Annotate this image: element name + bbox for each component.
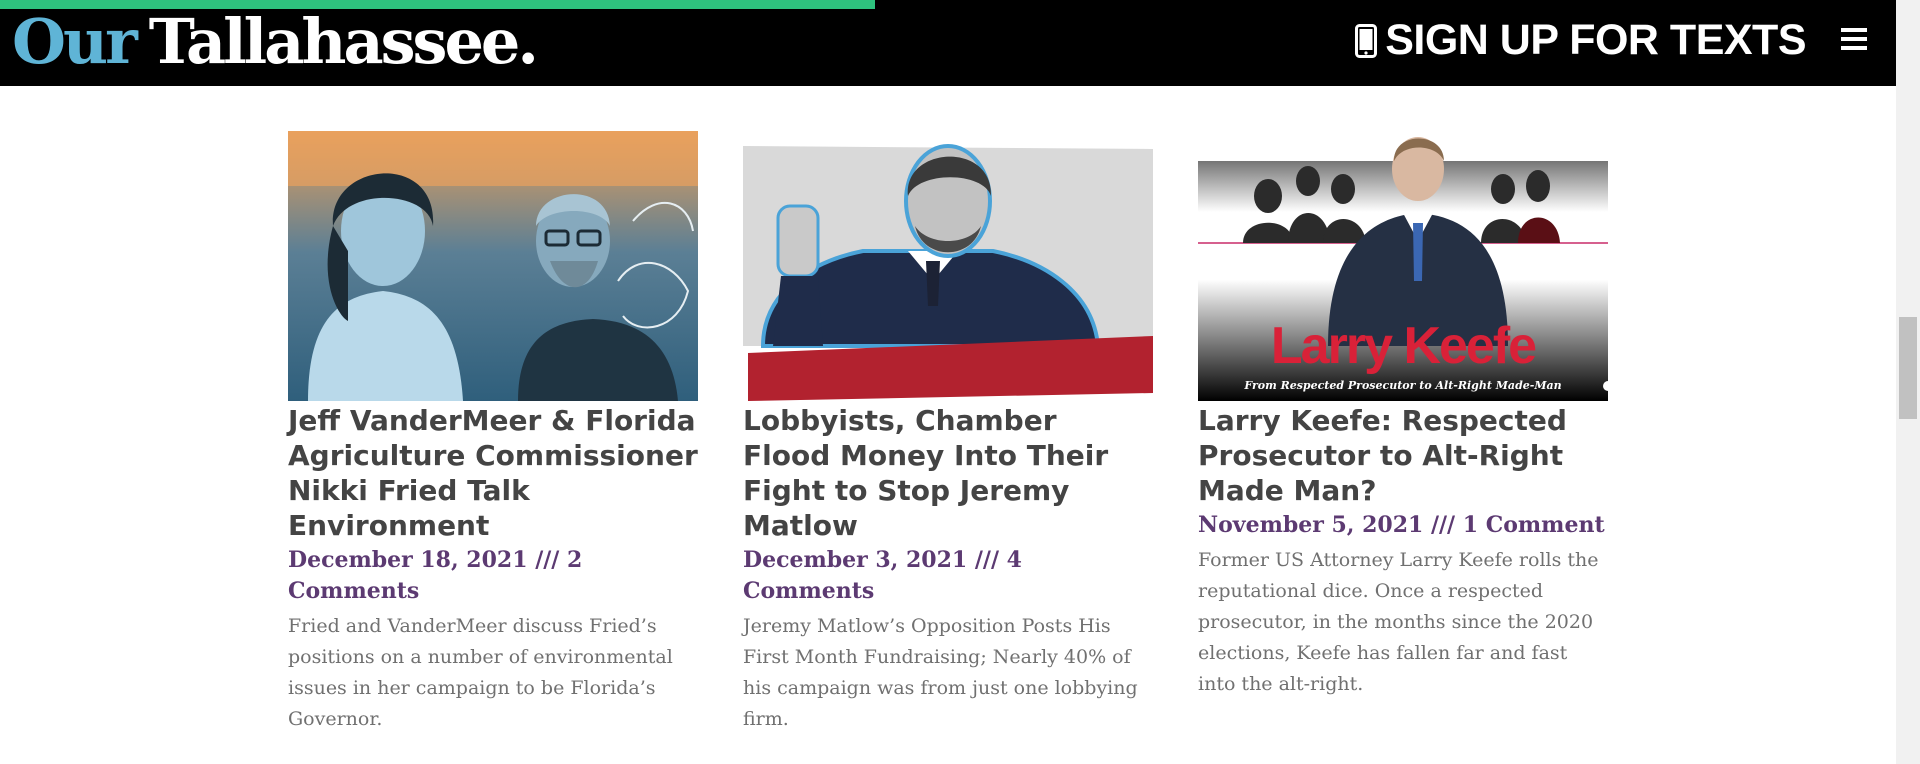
article-card-keefe: Larry Keefe From Respected Prosecutor to… <box>1198 131 1608 700</box>
article-image-vandermeer-fried[interactable] <box>288 131 698 401</box>
article-title[interactable]: Lobbyists, Chamber Flood Money Into Thei… <box>743 403 1153 543</box>
vertical-scrollbar[interactable] <box>1896 0 1920 764</box>
article-excerpt: Jeremy Matlow’s Opposition Posts His Fir… <box>743 615 1138 730</box>
article-card-matlow: Lobbyists, Chamber Flood Money Into Thei… <box>743 131 1153 735</box>
reading-progress-bar <box>0 0 875 9</box>
mobile-phone-icon <box>1355 23 1378 58</box>
article-image-matlow[interactable] <box>743 131 1153 401</box>
article-date-comments[interactable]: December 3, 2021 /// 4 Comments <box>743 545 1153 607</box>
site-logo[interactable]: Our Tallahassee. <box>12 2 539 82</box>
logo-word-our: Our <box>12 5 138 78</box>
logo-word-city: Tallahassee. <box>148 5 539 78</box>
sign-up-for-texts-button[interactable]: SIGN UP FOR TEXTS <box>1355 16 1806 65</box>
article-image-keefe[interactable]: Larry Keefe From Respected Prosecutor to… <box>1198 131 1608 401</box>
article-card-vandermeer-fried: Jeff VanderMeer & Florida Agriculture Co… <box>288 131 698 735</box>
article-title[interactable]: Jeff VanderMeer & Florida Agriculture Co… <box>288 403 698 543</box>
sign-up-label: SIGN UP FOR TEXTS <box>1385 16 1806 64</box>
article-title[interactable]: Larry Keefe: Respected Prosecutor to Alt… <box>1198 403 1608 508</box>
article-excerpt: Fried and VanderMeer discuss Fried’s pos… <box>288 615 673 730</box>
scrollbar-thumb[interactable] <box>1899 317 1917 419</box>
image-caption-sub: From Respected Prosecutor to Alt-Right M… <box>1243 379 1561 392</box>
site-header: Our Tallahassee. SIGN UP FOR TEXTS <box>0 0 1896 86</box>
article-date-comments[interactable]: November 5, 2021 /// 1 Comment <box>1198 510 1608 541</box>
article-date-comments[interactable]: December 18, 2021 /// 2 Comments <box>288 545 698 607</box>
image-caption-main: Larry Keefe <box>1271 317 1536 375</box>
article-excerpt: Former US Attorney Larry Keefe rolls the… <box>1198 549 1599 695</box>
hamburger-menu-icon[interactable] <box>1840 25 1868 53</box>
